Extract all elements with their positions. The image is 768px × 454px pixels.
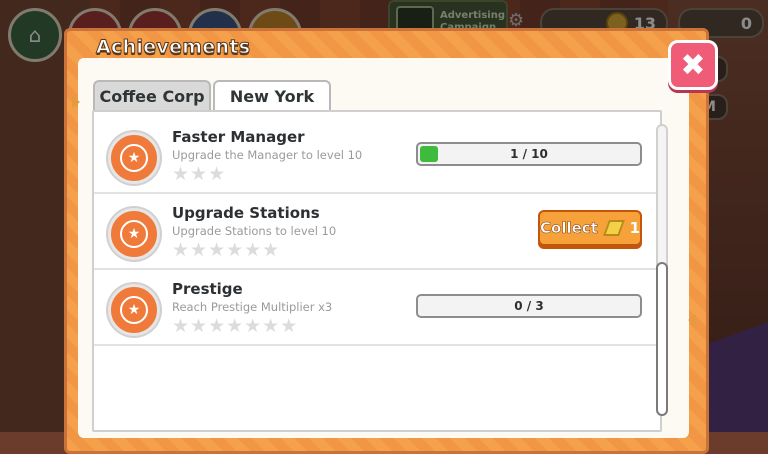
achievement-row: ★ Faster Manager Upgrade the Manager to … — [94, 118, 660, 194]
star-rating: ★★★★★★★ — [172, 315, 299, 337]
achievement-description: Upgrade Stations to level 10 — [172, 224, 337, 238]
star-rating: ★★★ — [172, 163, 227, 185]
panel-title: Achievements — [95, 36, 251, 59]
progress-bar: 0 / 3 — [416, 294, 642, 318]
progress-text: 1 / 10 — [510, 147, 548, 161]
close-icon: ✖ — [680, 47, 706, 83]
progress-bar: 1 / 10 — [416, 142, 642, 166]
scrollbar-thumb[interactable] — [656, 262, 668, 416]
progress-text: 0 / 3 — [514, 299, 544, 313]
star-rating: ★★★★★★ — [172, 239, 281, 261]
achievement-description: Reach Prestige Multiplier x3 — [172, 300, 333, 314]
achievement-title: Upgrade Stations — [172, 204, 320, 222]
tab-coffee-corp[interactable]: Coffee Corp — [93, 80, 211, 110]
collect-button[interactable]: Collect 1 — [538, 210, 642, 246]
medal-icon: ★ — [108, 208, 160, 260]
tab-new-york[interactable]: New York — [213, 80, 331, 110]
panel-notch-left — [72, 96, 80, 108]
achievement-description: Upgrade the Manager to level 10 — [172, 148, 363, 162]
collect-label: Collect — [540, 219, 598, 238]
medal-icon: ★ — [108, 132, 160, 184]
achievement-title: Prestige — [172, 280, 243, 298]
achievement-row: ★ Upgrade Stations Upgrade Stations to l… — [94, 194, 660, 270]
achievement-row: ★ Prestige Reach Prestige Multiplier x3 … — [94, 270, 660, 346]
gold-bar-icon — [602, 220, 625, 236]
reward-amount: 1 — [629, 219, 640, 237]
panel-notch-right — [688, 314, 696, 326]
medal-icon: ★ — [108, 284, 160, 336]
achievements-list: ★ Faster Manager Upgrade the Manager to … — [92, 110, 662, 432]
close-button[interactable]: ✖ — [668, 40, 718, 90]
achievement-title: Faster Manager — [172, 128, 305, 146]
